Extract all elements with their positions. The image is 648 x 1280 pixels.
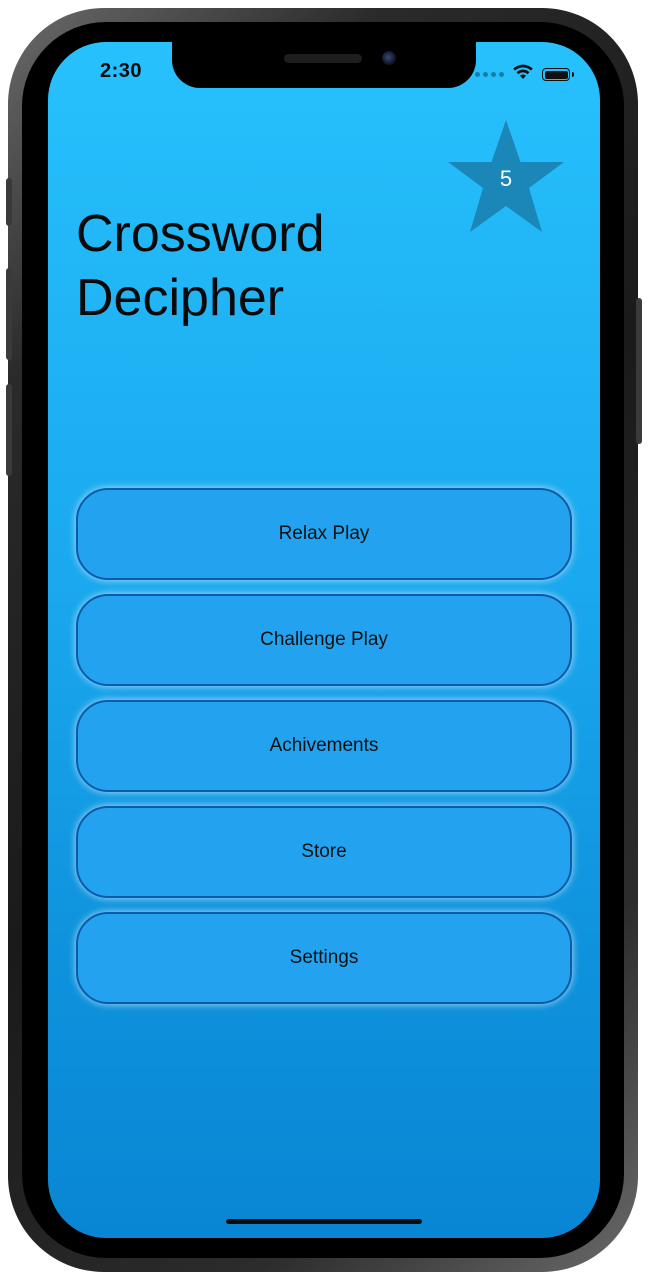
main-menu: Relax Play Challenge Play Achivements St… [76, 488, 572, 1018]
home-indicator[interactable] [226, 1219, 422, 1224]
star-badge[interactable]: 5 [444, 118, 568, 236]
relax-play-button[interactable]: Relax Play [76, 488, 572, 580]
app-title: Crossword Decipher [76, 202, 436, 330]
silent-switch [6, 178, 12, 226]
wifi-icon [512, 64, 534, 85]
device-notch [172, 42, 476, 88]
signal-icon [475, 72, 504, 77]
store-button[interactable]: Store [76, 806, 572, 898]
volume-up-button [6, 268, 12, 360]
achievements-button[interactable]: Achivements [76, 700, 572, 792]
settings-button[interactable]: Settings [76, 912, 572, 1004]
app-title-line-1: Crossword [76, 205, 325, 263]
volume-down-button [6, 384, 12, 476]
status-indicators [475, 64, 574, 85]
battery-icon [542, 68, 574, 81]
status-time: 2:30 [100, 60, 143, 82]
front-camera [382, 51, 396, 65]
app-screen: 2:30 5 Crossword Decipher Relax Play Cha… [48, 42, 600, 1238]
app-title-line-2: Decipher [76, 269, 285, 327]
power-button [636, 298, 642, 444]
speaker-grille [284, 54, 362, 63]
challenge-play-button[interactable]: Challenge Play [76, 594, 572, 686]
star-count: 5 [499, 166, 513, 191]
